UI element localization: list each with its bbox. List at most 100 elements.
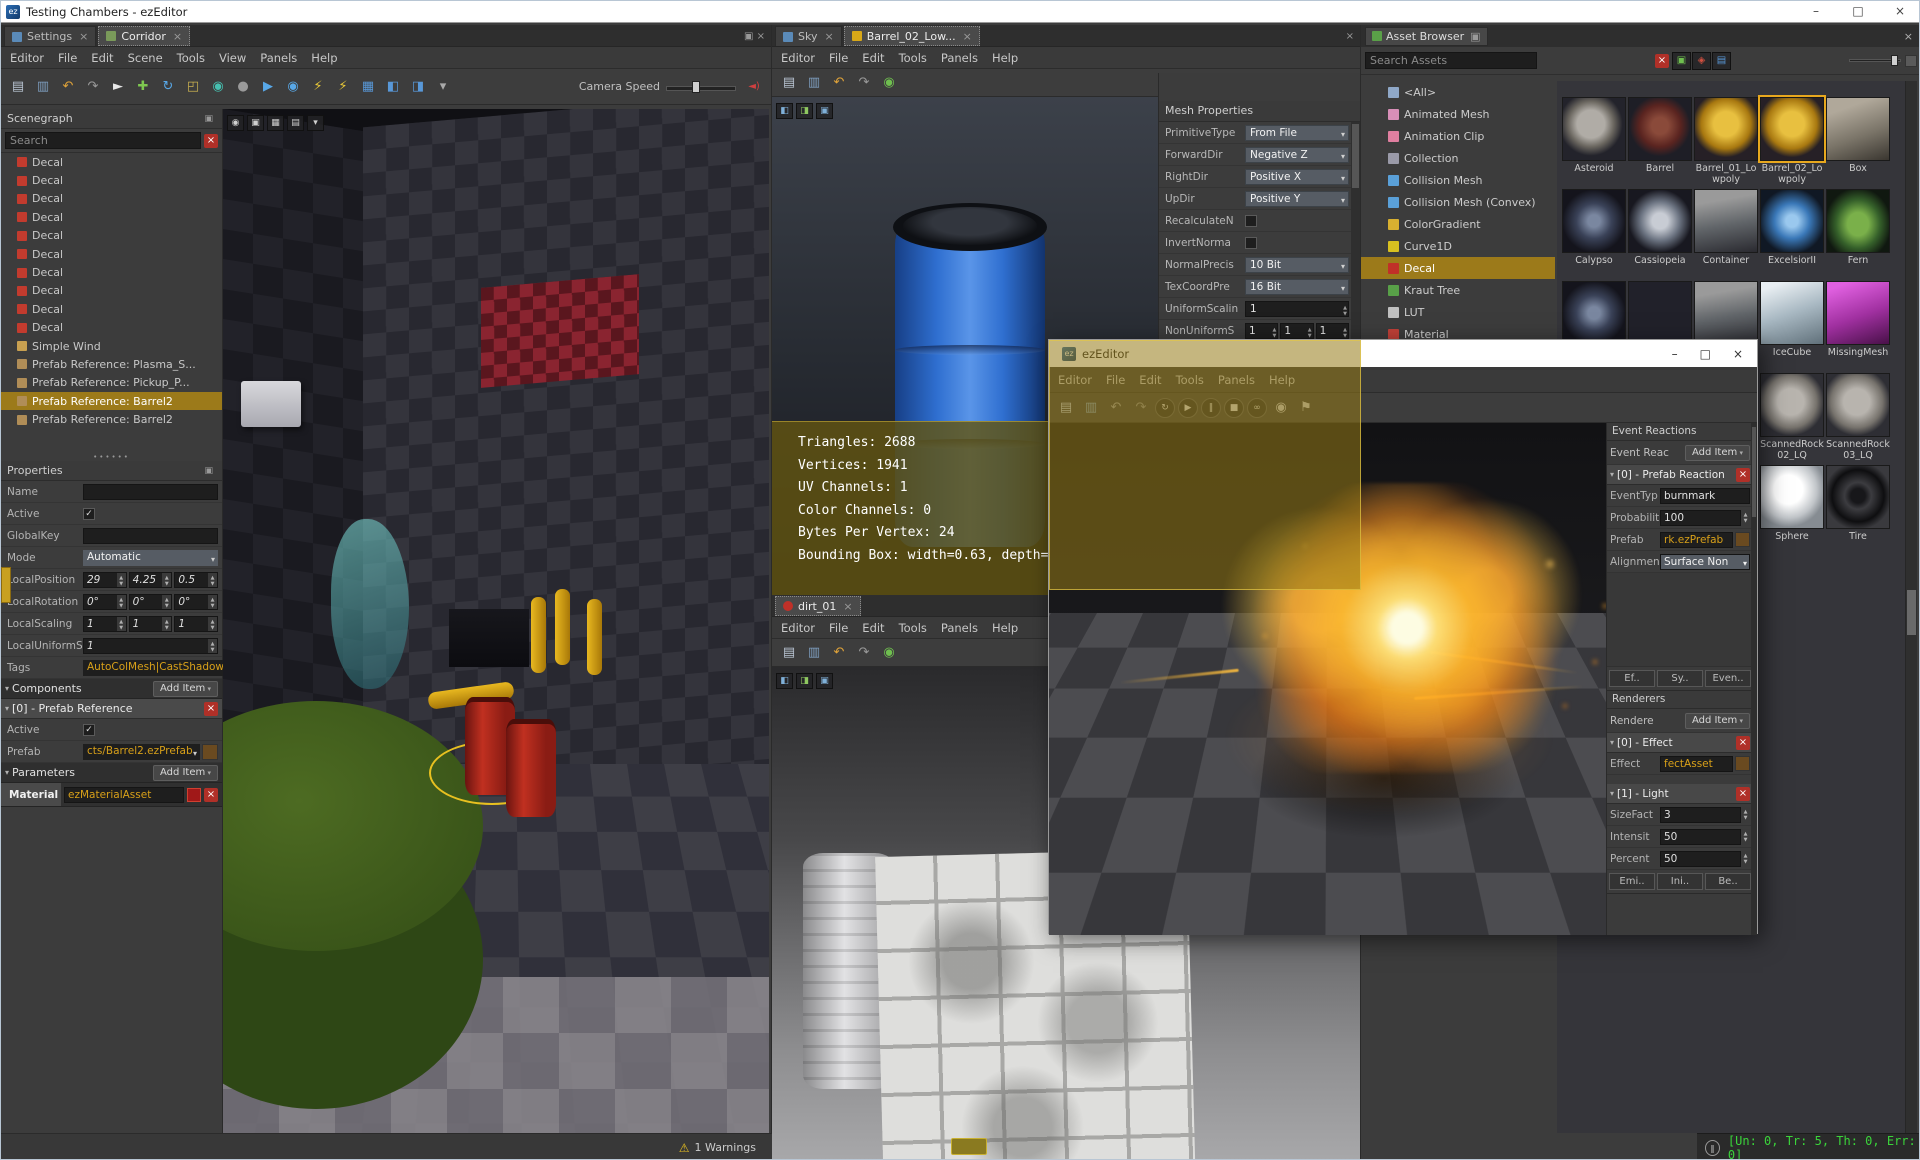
mesh-property-value[interactable]: Negative Z: [1245, 146, 1349, 163]
scenegraph-item[interactable]: Decal: [1, 263, 222, 281]
close-tab-icon[interactable]: ×: [824, 30, 833, 43]
dock-icon[interactable]: ▣: [204, 466, 216, 476]
rotation-y-field[interactable]: 0°: [128, 593, 173, 610]
viewport-button[interactable]: ▾: [307, 115, 324, 131]
renderer-property-value[interactable]: 50: [1660, 850, 1741, 867]
side-panel-tab[interactable]: Even..: [1705, 670, 1751, 687]
scenegraph-item[interactable]: Decal: [1, 282, 222, 300]
close-tab-icon[interactable]: ×: [79, 30, 88, 43]
toolbar-button[interactable]: ↶: [827, 641, 851, 665]
dock-controls[interactable]: ×: [1346, 31, 1360, 46]
toolbar-button[interactable]: ▥: [31, 75, 55, 99]
prefab-reference-group[interactable]: ▾ [0] - Prefab Reference ×: [1, 699, 222, 719]
scenegraph-item[interactable]: Prefab Reference: Plasma_S...: [1, 355, 222, 373]
camera-speed-slider[interactable]: [666, 80, 736, 94]
audio-mute-icon[interactable]: ◄): [742, 75, 766, 99]
mesh-property-value[interactable]: 10 Bit: [1245, 256, 1349, 273]
slider-handle[interactable]: [1891, 55, 1898, 66]
tab-barrel-02-lowpoly[interactable]: Barrel_02_Low... ×: [843, 26, 980, 46]
mesh-property-checkbox[interactable]: [1245, 236, 1257, 249]
particle-window-titlebar[interactable]: ez ezEditor – □ ×: [1049, 340, 1757, 367]
toolbar-button[interactable]: ▥: [802, 641, 826, 665]
menu-item[interactable]: File: [1099, 373, 1132, 387]
menu-item[interactable]: Panels: [253, 51, 304, 65]
close-tab-icon[interactable]: ×: [963, 30, 972, 43]
asset-grid-item[interactable]: Box: [1825, 97, 1891, 189]
spinner-buttons[interactable]: [1741, 806, 1750, 823]
tags-dropdown[interactable]: AutoColMesh|CastShadow: [83, 659, 237, 676]
toolbar-button[interactable]: ✚: [131, 75, 155, 99]
toolbar-button[interactable]: ↶: [827, 71, 851, 95]
scenegraph-item[interactable]: Decal: [1, 171, 222, 189]
viewport-button[interactable]: ▤: [287, 115, 304, 131]
toolbar-button[interactable]: ↷: [852, 641, 876, 665]
dock-icon[interactable]: ▣: [204, 114, 216, 124]
dock-controls[interactable]: ▣ ×: [744, 31, 771, 46]
scenegraph-item[interactable]: Simple Wind: [1, 337, 222, 355]
toolbar-button[interactable]: ▶: [1178, 397, 1198, 418]
asset-type-item[interactable]: Kraut Tree: [1361, 279, 1555, 301]
menu-item[interactable]: Editor: [774, 51, 822, 65]
toolbar-button[interactable]: ▥: [1079, 396, 1103, 420]
mesh-property-value[interactable]: From File: [1245, 124, 1349, 141]
menu-item[interactable]: Scene: [121, 51, 170, 65]
asset-grid-item[interactable]: Container: [1693, 189, 1759, 281]
corridor-3d-viewport[interactable]: ◉ ▣ ▦ ▤ ▾: [223, 109, 769, 1133]
toolbar-button[interactable]: ↻: [156, 75, 180, 99]
menu-item[interactable]: Panels: [1211, 373, 1262, 387]
rotation-z-field[interactable]: 0°: [174, 593, 219, 610]
position-z-field[interactable]: 0.5: [174, 571, 219, 588]
menu-item[interactable]: Tools: [892, 621, 934, 635]
reaction-property-value[interactable]: 100: [1660, 509, 1741, 526]
toolbar-button[interactable]: ►: [106, 75, 130, 99]
mesh-property-checkbox[interactable]: [1245, 214, 1257, 227]
rotation-x-field[interactable]: 0°: [83, 593, 127, 610]
toolbar-button[interactable]: ∞: [1247, 397, 1267, 418]
filter-button[interactable]: ◈: [1692, 51, 1711, 70]
menu-item[interactable]: File: [822, 51, 855, 65]
menu-item[interactable]: Help: [304, 51, 344, 65]
renderer-property-value[interactable]: fectAsset: [1660, 755, 1733, 772]
toolbar-button[interactable]: ▤: [6, 75, 30, 99]
asset-grid-item[interactable]: Calypso: [1561, 189, 1627, 281]
active-checkbox[interactable]: ✓: [83, 507, 95, 520]
scenegraph-item[interactable]: Decal: [1, 153, 222, 171]
spinner-buttons[interactable]: [1741, 509, 1750, 526]
reaction-property-value[interactable]: rk.ezPrefab: [1660, 531, 1733, 548]
collapsed-panel-marker[interactable]: [1, 567, 11, 603]
menu-item[interactable]: Tools: [170, 51, 212, 65]
scaling-y-field[interactable]: 1: [128, 615, 173, 632]
particle-preview-viewport[interactable]: [1049, 423, 1606, 935]
toolbar-button[interactable]: ▾: [431, 75, 455, 99]
filter-button[interactable]: ▤: [1712, 51, 1731, 70]
asset-browse-button[interactable]: [1735, 756, 1750, 771]
asset-type-item[interactable]: Animation Clip: [1361, 125, 1555, 147]
filter-button[interactable]: ▣: [1672, 51, 1691, 70]
toolbar-button[interactable]: ↷: [852, 71, 876, 95]
warning-count[interactable]: 1 Warnings: [695, 1141, 756, 1154]
maximize-icon[interactable]: □: [1837, 1, 1879, 22]
remove-renderer-icon[interactable]: ×: [1736, 786, 1750, 801]
asset-grid-item[interactable]: Cassiopeia: [1627, 189, 1693, 281]
clear-search-icon[interactable]: ×: [1655, 53, 1669, 68]
toolbar-button[interactable]: ◉: [877, 71, 901, 95]
toolbar-button[interactable]: ▦: [356, 75, 380, 99]
thumbnail-size-icon[interactable]: [1905, 54, 1917, 67]
toolbar-button[interactable]: ⚡: [331, 75, 355, 99]
viewport-button[interactable]: ◧: [776, 673, 793, 689]
asset-grid-item[interactable]: ScannedRock02_LQ: [1759, 373, 1825, 465]
menu-item[interactable]: Editor: [1051, 373, 1099, 387]
name-input[interactable]: [83, 483, 218, 500]
mesh-property-value[interactable]: Positive Y: [1245, 190, 1349, 207]
asset-grid-item[interactable]: Barrel_02_Lowpoly: [1758, 95, 1826, 189]
add-renderer-button[interactable]: Add Item: [1684, 712, 1750, 729]
reaction-property-value[interactable]: Surface Non: [1660, 553, 1750, 570]
mode-dropdown[interactable]: Automatic: [83, 549, 218, 566]
add-event-reaction-button[interactable]: Add Item: [1684, 444, 1750, 461]
menu-item[interactable]: Help: [985, 621, 1025, 635]
tab-settings[interactable]: Settings ×: [4, 26, 97, 46]
toolbar-button[interactable]: ▤: [777, 641, 801, 665]
scenegraph-item[interactable]: Decal: [1, 208, 222, 226]
asset-grid-item[interactable]: Tire: [1825, 465, 1891, 557]
pause-status-icon[interactable]: ‖: [1705, 1139, 1720, 1156]
